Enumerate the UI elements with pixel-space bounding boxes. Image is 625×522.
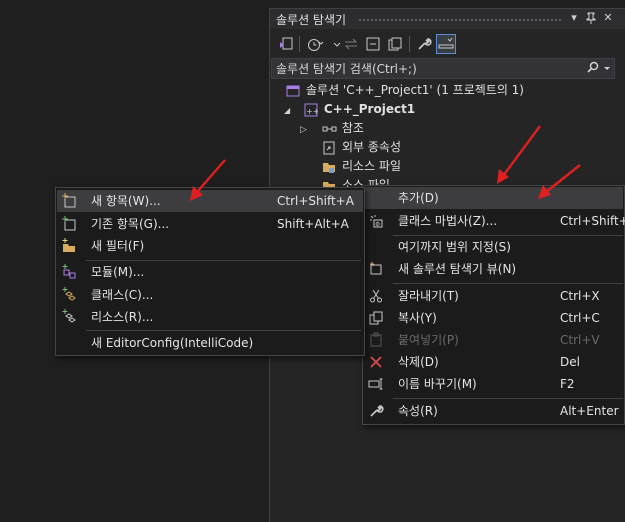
red-arrow-icon	[538, 164, 581, 199]
red-arrow-icon	[190, 159, 226, 201]
annotation-arrows	[190, 125, 581, 201]
red-arrow-icon	[497, 125, 541, 184]
